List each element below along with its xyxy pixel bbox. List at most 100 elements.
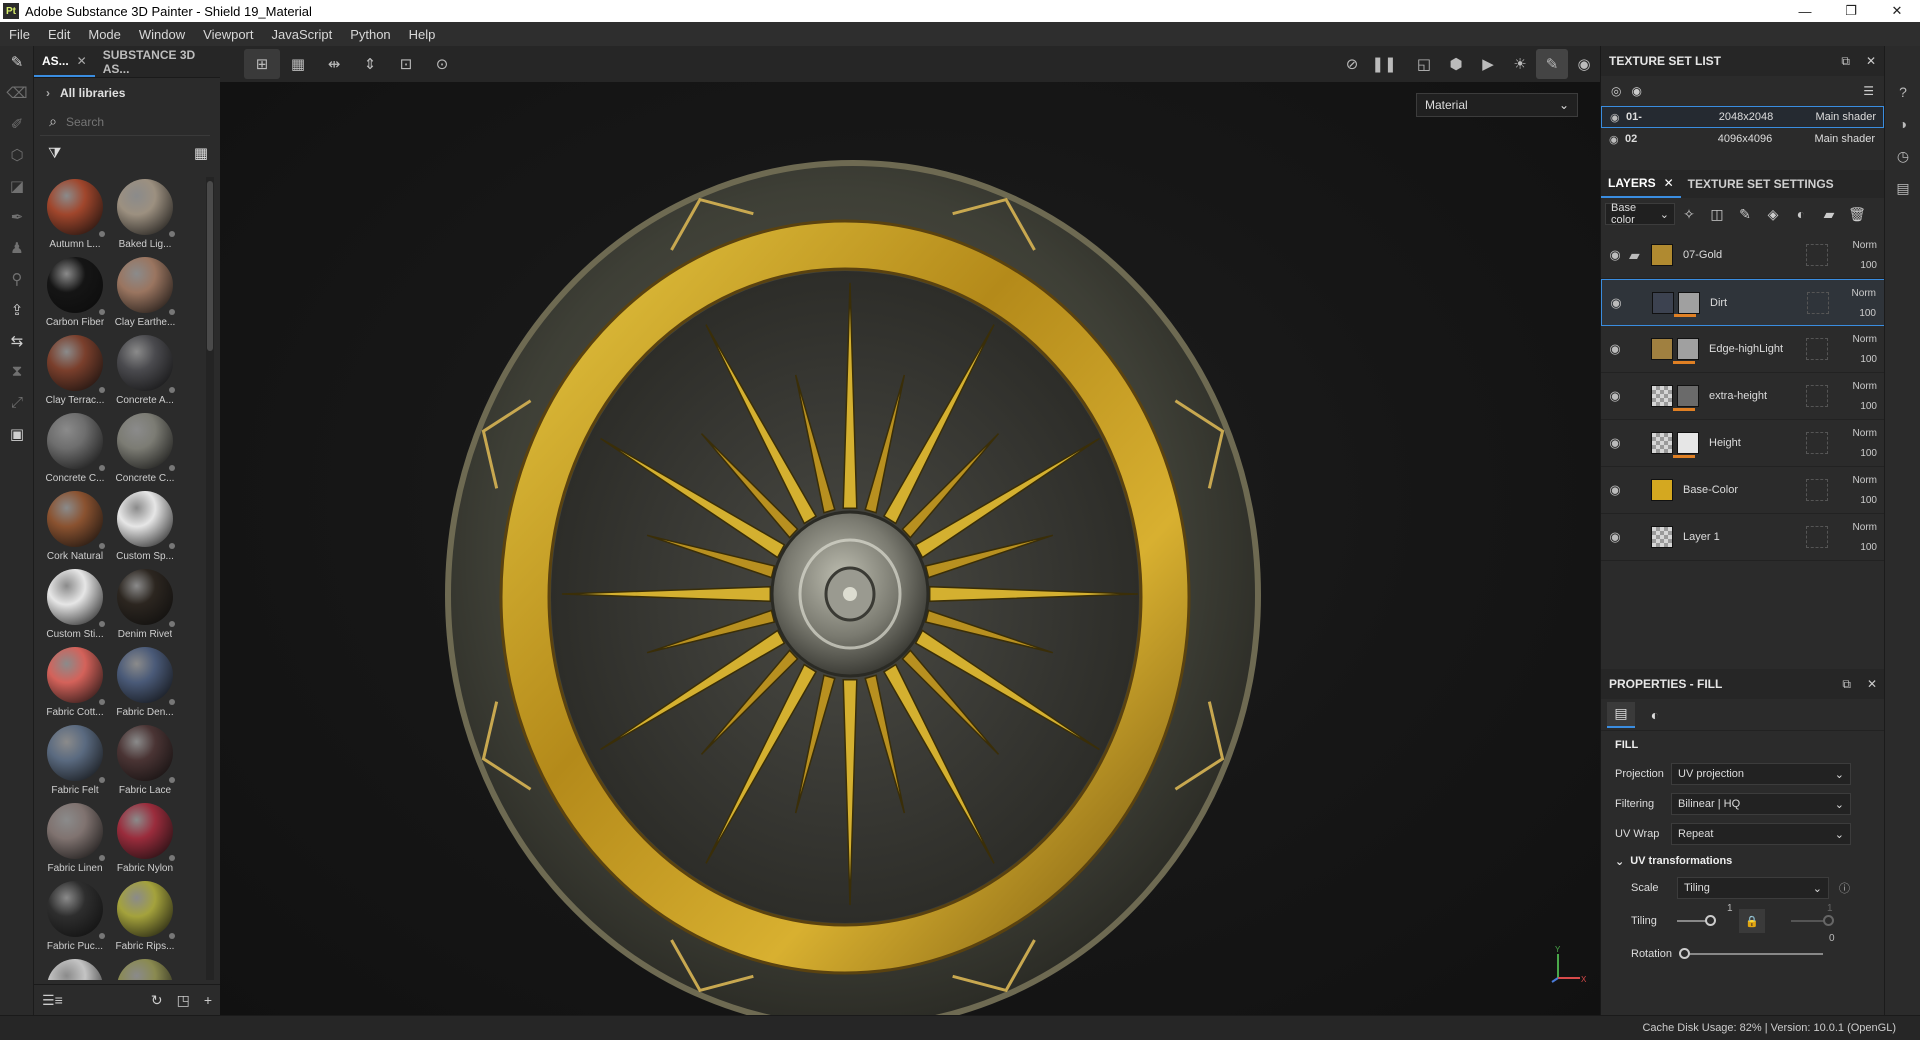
mask-icon[interactable]: ◫ (1703, 206, 1731, 223)
material-thumbnail[interactable]: Fabric Cott... (40, 645, 110, 723)
tiling-grid-icon[interactable]: ▦ (280, 49, 316, 79)
eye-icon[interactable]: ◉ (1601, 435, 1629, 451)
pause-icon[interactable]: ❚❚ (1368, 49, 1400, 79)
measure-icon[interactable]: ⧗ (0, 356, 34, 387)
scale-select[interactable]: Tiling ⌄ (1677, 877, 1829, 899)
layer-name[interactable]: Height (1709, 437, 1741, 449)
layer-opacity[interactable]: 100 (1853, 538, 1877, 558)
color-picker-icon[interactable]: ⚲ (0, 263, 34, 294)
blend-mode[interactable]: Norm (1853, 471, 1877, 491)
uvwrap-select[interactable]: Repeat ⌄ (1671, 823, 1851, 845)
minimize-icon[interactable]: — (1782, 0, 1828, 22)
paint-layer-icon[interactable]: ✎ (1731, 206, 1759, 223)
layer-mask-slot[interactable] (1806, 385, 1828, 407)
library-selector[interactable]: › All libraries (34, 78, 220, 108)
tiling-slider-v[interactable] (1791, 915, 1834, 926)
material-thumbnail[interactable] (40, 957, 110, 980)
uv-transformations-toggle[interactable]: ⌄ UV transformations (1601, 849, 1885, 873)
layer-blend[interactable]: Norm 100 (1853, 518, 1877, 558)
layer-name[interactable]: Base-Color (1683, 484, 1738, 496)
slider-handle[interactable] (1679, 948, 1690, 959)
material-thumbnail[interactable]: Clay Earthe... (110, 255, 180, 333)
uv-view-icon[interactable]: ⊞ (244, 49, 280, 79)
menu-mode[interactable]: Mode (79, 27, 130, 42)
hide-icon[interactable]: ⊘ (1336, 49, 1368, 79)
material-thumbnail[interactable]: Concrete C... (40, 411, 110, 489)
camera-reset-icon[interactable]: ⊙ (424, 49, 460, 79)
log-icon[interactable]: ▤ (1885, 172, 1920, 204)
eye-icon[interactable]: ◉ (1601, 247, 1629, 263)
layer-mask-slot[interactable] (1806, 432, 1828, 454)
camera-icon[interactable]: ◉ (1568, 49, 1600, 79)
material-mode-select[interactable]: Material ⌄ (1416, 93, 1578, 117)
filter-icon[interactable]: ⧩ (48, 145, 61, 162)
perspective-icon[interactable]: ◱ (1408, 49, 1440, 79)
3d-scene[interactable] (220, 82, 1600, 1015)
fill-layer-icon[interactable]: ◈ (1759, 206, 1787, 223)
material-thumbnail[interactable]: Concrete C... (110, 411, 180, 489)
polygon-fill-icon[interactable]: ⬡ (0, 139, 34, 170)
grid-view-icon[interactable]: ▦ (194, 144, 208, 162)
close-icon[interactable]: ✕ (1874, 0, 1920, 22)
lighting-icon[interactable]: ☀ (1504, 49, 1536, 79)
close-icon[interactable]: ✕ (77, 54, 87, 68)
history-icon[interactable]: ◷ (1885, 140, 1920, 172)
blend-mode[interactable]: Norm (1853, 518, 1877, 538)
material-thumbnail[interactable]: Baked Lig... (110, 177, 180, 255)
material-thumbnail[interactable]: Clay Terrac... (40, 333, 110, 411)
layer-opacity[interactable]: 100 (1852, 304, 1876, 324)
search-input[interactable] (66, 114, 196, 129)
menu-javascript[interactable]: JavaScript (262, 27, 341, 42)
close-icon[interactable]: ✕ (1866, 54, 1876, 69)
material-thumbnail[interactable]: Fabric Lace (110, 723, 180, 801)
blend-mode[interactable]: Norm (1853, 330, 1877, 350)
tiling-slider[interactable] (1677, 915, 1716, 926)
layer-blend[interactable]: Norm 100 (1852, 284, 1876, 324)
tab-texture-set-settings[interactable]: TEXTURE SET SETTINGS (1681, 170, 1841, 198)
material-thumbnail[interactable]: Fabric Rips... (110, 879, 180, 957)
layer-mask-slot[interactable] (1806, 479, 1828, 501)
material-picker-icon[interactable]: ♟ (0, 232, 34, 263)
close-icon[interactable]: ✕ (1867, 677, 1877, 692)
material-thumbnail[interactable]: Fabric Nylon (110, 801, 180, 879)
viewport[interactable]: ⊞ ▦ ⇹ ⇕ ⊡ ⊙ ⊘ ❚❚ ◱ ⬢ ▶ ☀ ✎ ◉ Material ⌄ … (220, 46, 1600, 1015)
layer-blend[interactable]: Norm 100 (1853, 330, 1877, 370)
menu-window[interactable]: Window (130, 27, 194, 42)
lock-icon[interactable]: 🔒 (1739, 909, 1765, 933)
bake-export-icon[interactable]: ⇪ (0, 294, 34, 325)
filter-list-icon[interactable]: ≡ (55, 992, 63, 1008)
layer-opacity[interactable]: 100 (1853, 444, 1877, 464)
tab-layers[interactable]: LAYERS ✕ (1601, 170, 1681, 198)
transform-icon[interactable]: ⤢ (0, 387, 34, 418)
undock-icon[interactable]: ⧉ (1842, 677, 1851, 692)
layer-row[interactable]: ◉ Edge-highLight Norm 100 (1601, 326, 1885, 373)
layer-opacity[interactable]: 100 (1853, 350, 1877, 370)
paint-mode-icon[interactable]: ✎ (1536, 49, 1568, 79)
eye-icon[interactable]: ◉ (1602, 295, 1630, 311)
fit-view-icon[interactable]: ⊡ (388, 49, 424, 79)
texture-set-row[interactable]: ◉ 01- 2048x2048 Main shader (1601, 106, 1884, 128)
material-thumbnail[interactable]: Fabric Linen (40, 801, 110, 879)
eye-icon[interactable]: ◉ (1601, 482, 1629, 498)
slider-handle[interactable] (1705, 915, 1716, 926)
smart-material-icon[interactable]: ◐ (1787, 206, 1815, 222)
blend-mode[interactable]: Norm (1853, 377, 1877, 397)
close-icon[interactable]: ✕ (1664, 176, 1674, 190)
menu-viewport[interactable]: Viewport (194, 27, 262, 42)
shelf-icon[interactable]: ⇆ (0, 325, 34, 356)
layer-name[interactable]: Layer 1 (1683, 531, 1720, 543)
layer-row[interactable]: ◉ ▰ 07-Gold Norm 100 (1601, 232, 1885, 279)
list-view-icon[interactable]: ☰ (42, 992, 55, 1009)
layer-mask-slot[interactable] (1807, 292, 1829, 314)
undock-icon[interactable]: ⧉ (1841, 54, 1850, 69)
material-thumbnail[interactable]: Denim Rivet (110, 567, 180, 645)
clone-icon[interactable]: ✒ (0, 201, 34, 232)
smudge-icon[interactable]: ◪ (0, 170, 34, 201)
menu-file[interactable]: File (0, 27, 39, 42)
visibility-options-icon[interactable]: ◎ ◉ (1611, 84, 1642, 98)
material-thumbnail[interactable]: Custom Sti... (40, 567, 110, 645)
layer-row[interactable]: ◉ Base-Color Norm 100 (1601, 467, 1885, 514)
layer-row[interactable]: ◉ extra-height Norm 100 (1601, 373, 1885, 420)
layer-opacity[interactable]: 100 (1853, 397, 1877, 417)
eye-icon[interactable]: ◉ (1601, 388, 1629, 404)
